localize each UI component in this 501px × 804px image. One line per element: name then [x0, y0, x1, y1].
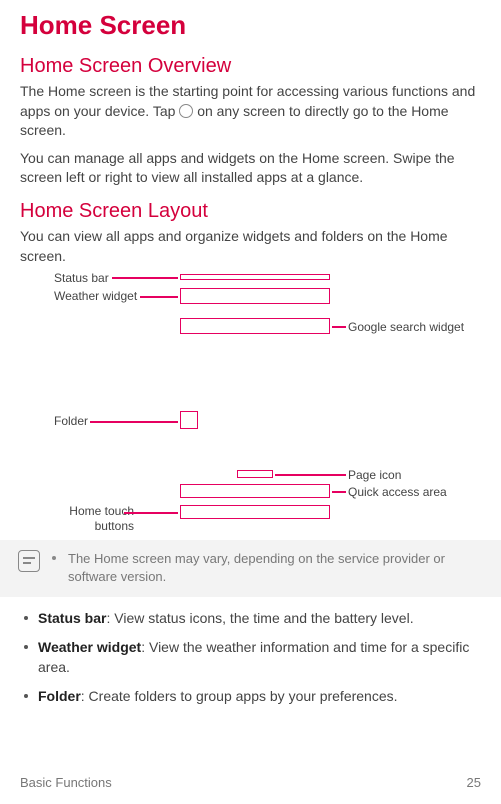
footer-section: Basic Functions: [20, 775, 112, 790]
diagram-line: [332, 491, 346, 493]
page-title: Home Screen: [20, 10, 481, 41]
note-box: The Home screen may vary, depending on t…: [0, 540, 501, 596]
overview-paragraph-1: The Home screen is the starting point fo…: [20, 82, 481, 141]
page-footer: Basic Functions 25: [20, 775, 481, 790]
bullet-dot-icon: [24, 645, 28, 649]
section-overview-title: Home Screen Overview: [20, 55, 481, 78]
note-text: The Home screen may vary, depending on t…: [68, 550, 491, 586]
diagram-label-page-icon: Page icon: [348, 468, 401, 482]
home-screen-diagram: Status bar Weather widget Folder Home to…: [20, 274, 481, 534]
definitions-list: Status bar: View status icons, the time …: [20, 609, 481, 707]
note-icon: [18, 550, 40, 572]
home-circle-icon: [179, 104, 193, 118]
note-bullet-dot: [52, 556, 56, 560]
list-item-text: Status bar: View status icons, the time …: [38, 609, 414, 629]
diagram-status-bar-box: [180, 274, 330, 280]
diagram-line: [275, 474, 346, 476]
diagram-line: [112, 277, 178, 279]
list-item: Status bar: View status icons, the time …: [20, 609, 481, 629]
diagram-label-folder: Folder: [54, 414, 88, 428]
list-item-text: Weather widget: View the weather informa…: [38, 638, 481, 677]
diagram-label-status-bar: Status bar: [54, 271, 109, 285]
term: Folder: [38, 688, 81, 704]
term: Weather widget: [38, 639, 141, 655]
list-item-text: Folder: Create folders to group apps by …: [38, 687, 398, 707]
diagram-weather-widget-box: [180, 288, 330, 304]
section-layout-title: Home Screen Layout: [20, 200, 481, 223]
overview-paragraph-2: You can manage all apps and widgets on t…: [20, 149, 481, 188]
diagram-label-home-touch: Home touch buttons: [54, 504, 134, 533]
diagram-line: [332, 326, 346, 328]
term: Status bar: [38, 610, 106, 626]
bullet-dot-icon: [24, 616, 28, 620]
diagram-line: [90, 421, 178, 423]
diagram-label-google: Google search widget: [348, 320, 464, 334]
layout-paragraph: You can view all apps and organize widge…: [20, 227, 481, 266]
list-item: Weather widget: View the weather informa…: [20, 638, 481, 677]
diagram-line: [140, 296, 178, 298]
diagram-page-icon-box: [237, 470, 273, 478]
diagram-quick-access-box: [180, 484, 330, 498]
desc: : View status icons, the time and the ba…: [106, 610, 413, 626]
diagram-label-weather: Weather widget: [54, 289, 137, 303]
list-item: Folder: Create folders to group apps by …: [20, 687, 481, 707]
diagram-line: [124, 512, 178, 514]
diagram-google-search-box: [180, 318, 330, 334]
footer-page-number: 25: [467, 775, 481, 790]
desc: : Create folders to group apps by your p…: [81, 688, 398, 704]
bullet-dot-icon: [24, 694, 28, 698]
diagram-label-quick-access: Quick access area: [348, 485, 447, 499]
diagram-folder-box: [180, 411, 198, 429]
diagram-home-touch-box: [180, 505, 330, 519]
